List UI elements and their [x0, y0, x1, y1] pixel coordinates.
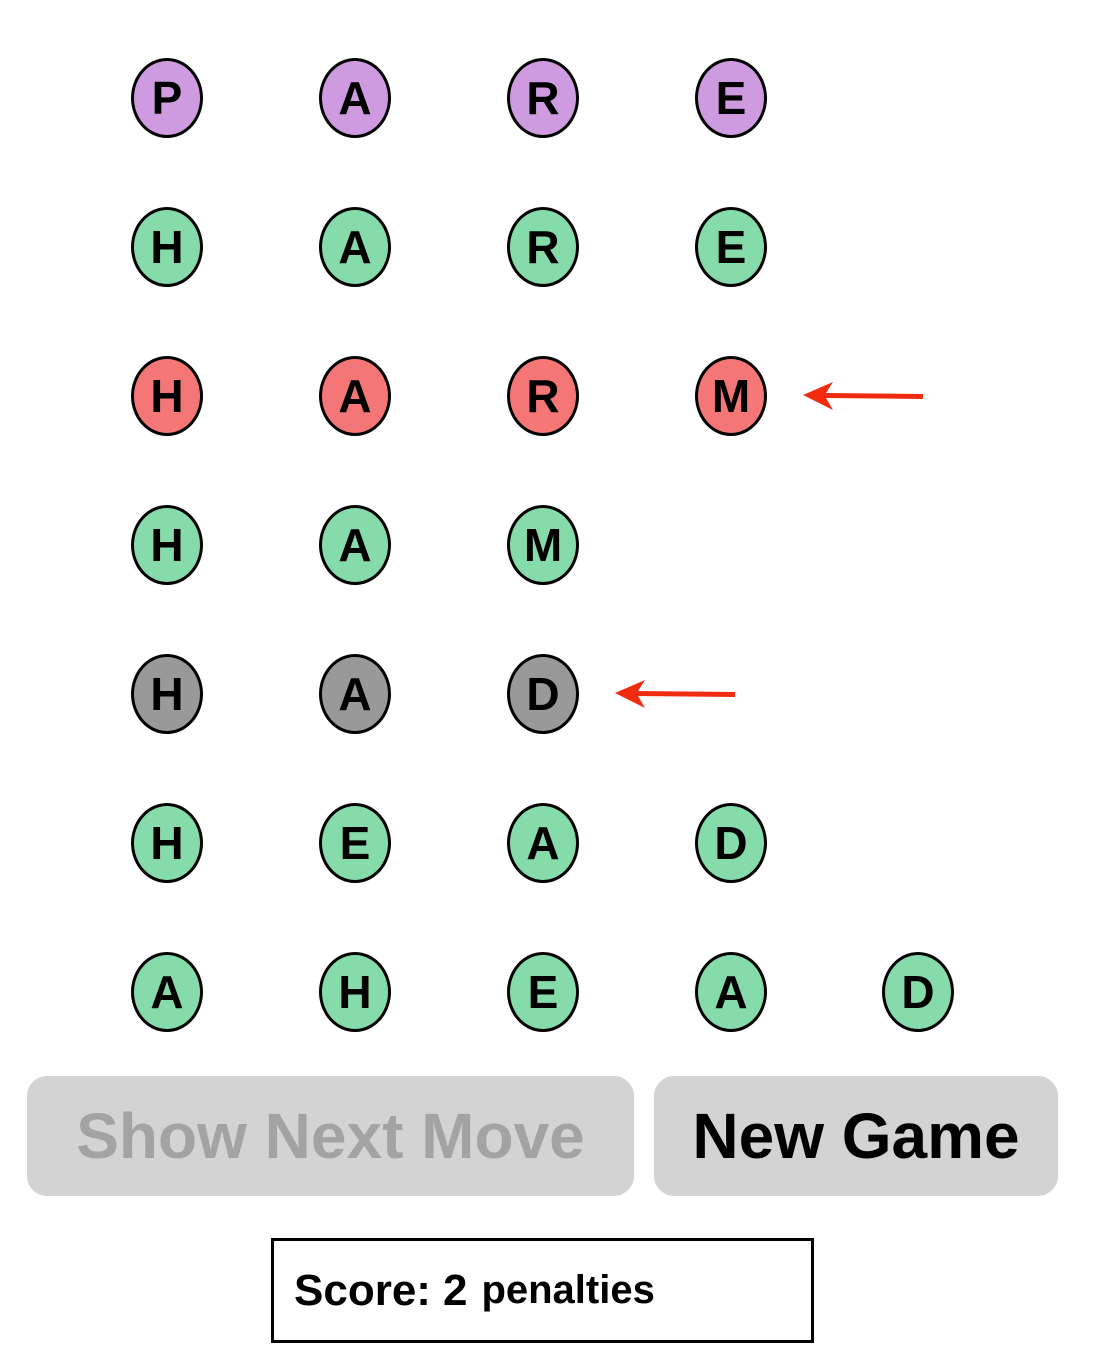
letter-tile[interactable]: A [319, 207, 391, 287]
letter-tile-label: D [526, 668, 560, 720]
letter-tile[interactable]: E [695, 207, 767, 287]
score-unit: penalties [481, 1268, 655, 1312]
letter-tile[interactable]: A [131, 952, 203, 1032]
letter-tile-label: E [715, 72, 747, 124]
letter-tile[interactable]: A [319, 505, 391, 585]
letter-tile-label: D [714, 817, 748, 869]
letter-tile[interactable]: M [695, 356, 767, 436]
letter-tile[interactable]: A [507, 803, 579, 883]
letter-tile[interactable]: A [319, 58, 391, 138]
letter-tile-label: M [523, 519, 563, 571]
row-flag-arrow-icon [615, 680, 735, 708]
letter-tile-label: A [338, 668, 372, 720]
letter-tile[interactable]: H [131, 207, 203, 287]
letter-tile[interactable]: A [695, 952, 767, 1032]
score-value: 2 [442, 1265, 468, 1315]
letter-tile[interactable]: H [131, 654, 203, 734]
letter-tile[interactable]: E [319, 803, 391, 883]
arrow-head-shape [615, 680, 735, 708]
letter-tile[interactable]: D [507, 654, 579, 734]
word-ladder-board: P A R E H A R E H A R M H A M H A D H E A D A H E A D [0, 0, 1103, 1060]
row-flag-arrow-icon [803, 382, 923, 410]
letter-tile[interactable]: H [131, 505, 203, 585]
show-next-move-button[interactable]: Show Next Move [27, 1076, 634, 1196]
letter-tile[interactable]: A [319, 356, 391, 436]
score-label: Score: [294, 1265, 431, 1315]
letter-tile-label: H [150, 370, 184, 422]
letter-tile-label: R [526, 370, 560, 422]
letter-tile-label: A [338, 221, 372, 273]
letter-tile[interactable]: A [319, 654, 391, 734]
letter-tile[interactable]: M [507, 505, 579, 585]
letter-tile-label: E [527, 966, 559, 1018]
letter-tile-label: A [714, 966, 748, 1018]
letter-tile-label: E [339, 817, 371, 869]
letter-tile[interactable]: E [507, 952, 579, 1032]
letter-tile-label: H [150, 668, 184, 720]
letter-tile[interactable]: H [131, 356, 203, 436]
new-game-button[interactable]: New Game [654, 1076, 1058, 1196]
letter-tile-label: A [338, 519, 372, 571]
letter-tile-label: R [526, 221, 560, 273]
letter-tile-label: R [526, 72, 560, 124]
letter-tile-label: H [150, 221, 184, 273]
letter-tile-label: D [901, 966, 935, 1018]
arrow-head-shape [803, 382, 923, 410]
letter-tile[interactable]: P [131, 58, 203, 138]
letter-tile[interactable]: R [507, 356, 579, 436]
letter-tile-label: A [338, 370, 372, 422]
letter-tile-label: A [338, 72, 372, 124]
letter-tile-label: H [150, 519, 184, 571]
letter-tile[interactable]: R [507, 58, 579, 138]
letter-tile-label: P [151, 72, 183, 124]
letter-tile[interactable]: H [319, 952, 391, 1032]
letter-tile-label: A [526, 817, 560, 869]
letter-tile-label: H [150, 817, 184, 869]
letter-tile-label: H [338, 966, 372, 1018]
letter-tile[interactable]: H [131, 803, 203, 883]
score-box: Score: 2 penalties [271, 1238, 814, 1343]
letter-tile-label: M [711, 370, 751, 422]
letter-tile-label: E [715, 221, 747, 273]
letter-tile-label: A [150, 966, 184, 1018]
letter-tile[interactable]: D [695, 803, 767, 883]
letter-tile[interactable]: E [695, 58, 767, 138]
letter-tile[interactable]: R [507, 207, 579, 287]
letter-tile[interactable]: D [882, 952, 954, 1032]
